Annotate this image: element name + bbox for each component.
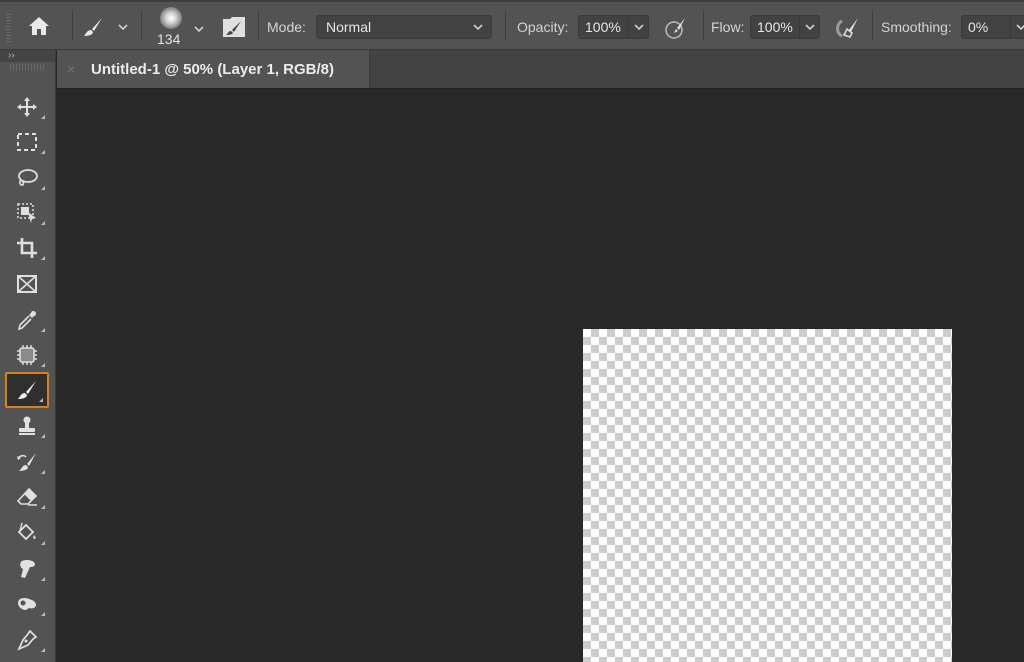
frame-icon: [17, 275, 37, 293]
mode-select[interactable]: Normal: [316, 15, 492, 39]
submenu-indicator: [41, 186, 45, 190]
separator: [703, 11, 704, 41]
paint-bucket-tool[interactable]: [5, 517, 49, 549]
submenu-indicator: [41, 541, 45, 545]
opacity-value[interactable]: 100%: [579, 19, 628, 35]
history-brush-icon: [17, 453, 36, 471]
stamp-icon: [19, 416, 35, 435]
marquee-icon: [17, 133, 37, 151]
separator: [72, 11, 73, 41]
move-icon: [17, 97, 37, 117]
smoothing-label: Smoothing:: [881, 19, 952, 35]
separator: [872, 11, 873, 41]
eyedropper-tool[interactable]: [5, 304, 49, 336]
smoothing-field[interactable]: 0%: [961, 15, 1024, 39]
history-brush-tool[interactable]: [5, 446, 49, 478]
submenu-indicator: [41, 577, 45, 581]
submenu-indicator: [41, 328, 45, 332]
flow-value[interactable]: 100%: [751, 19, 799, 35]
document-canvas-transparent[interactable]: [583, 329, 952, 662]
mode-label: Mode:: [267, 19, 306, 35]
brush-tip-preview-icon: [160, 7, 182, 29]
opacity-dropdown-button[interactable]: [628, 16, 648, 38]
opacity-field[interactable]: 100%: [578, 15, 649, 39]
brush-settings-panel-toggle[interactable]: [222, 16, 246, 38]
submenu-indicator: [41, 150, 45, 154]
separator: [258, 11, 259, 41]
lasso-icon: [18, 169, 38, 186]
document-tab-title: Untitled-1 @ 50% (Layer 1, RGB/8): [91, 60, 335, 78]
opacity-label: Opacity:: [517, 19, 569, 35]
pen-tool[interactable]: [5, 624, 49, 656]
crop-icon: [17, 238, 37, 258]
flow-label: Flow:: [711, 19, 745, 35]
lasso-tool[interactable]: [5, 162, 49, 194]
chevron-down-icon: [194, 26, 204, 33]
eyedropper-icon: [17, 311, 36, 331]
separator: [505, 11, 506, 41]
submenu-indicator: [41, 470, 45, 474]
move-tool[interactable]: [5, 91, 49, 123]
airbrush-button[interactable]: [834, 15, 862, 41]
submenu-indicator: [41, 505, 45, 509]
chevron-down-icon: [804, 24, 815, 31]
smudge-icon: [20, 560, 35, 578]
frame-tool[interactable]: [5, 268, 49, 300]
paint-bucket-icon: [17, 522, 36, 541]
document-tab[interactable]: × Untitled-1 @ 50% (Layer 1, RGB/8): [57, 50, 370, 88]
toolbox-collapse-button[interactable]: ››: [0, 50, 55, 62]
pen-icon: [17, 629, 38, 651]
smudge-tool[interactable]: [5, 553, 49, 585]
home-button[interactable]: [24, 13, 54, 39]
chevron-down-icon: [1015, 24, 1024, 31]
close-tab-button[interactable]: ×: [67, 61, 79, 77]
submenu-indicator: [41, 434, 45, 438]
submenu-indicator: [41, 256, 45, 260]
pressure-opacity-button[interactable]: [664, 16, 688, 40]
chevron-down-icon: [633, 24, 644, 31]
crop-tool[interactable]: [5, 232, 49, 264]
submenu-indicator: [41, 648, 45, 652]
smoothing-value[interactable]: 0%: [962, 19, 1010, 35]
mode-value: Normal: [326, 19, 372, 35]
document-tab-bar: × Untitled-1 @ 50% (Layer 1, RGB/8): [57, 50, 1024, 89]
object-selection-tool[interactable]: [5, 197, 49, 229]
home-icon: [29, 17, 49, 35]
brush-settings-panel-icon: [223, 17, 245, 37]
options-bar-grip[interactable]: [6, 14, 11, 42]
chevron-down-icon: [118, 24, 128, 31]
submenu-indicator: [41, 115, 45, 119]
dodge-icon: [18, 598, 36, 610]
brush-icon: [18, 381, 36, 399]
options-bar: 134 Mode: Normal Opacity: 100% Flow: 100…: [0, 0, 1024, 50]
chevron-down-icon: [473, 24, 483, 31]
submenu-indicator: [39, 398, 43, 402]
pressure-opacity-icon: [665, 18, 685, 39]
rectangular-marquee-tool[interactable]: [5, 126, 49, 158]
dodge-tool[interactable]: [5, 588, 49, 620]
toolbox-grip[interactable]: [10, 64, 45, 70]
healing-icon: [17, 345, 37, 365]
brush-preset-picker[interactable]: 134: [152, 5, 210, 49]
submenu-indicator: [41, 612, 45, 616]
eraser-icon: [16, 487, 38, 506]
airbrush-icon: [836, 18, 858, 38]
separator: [141, 11, 142, 41]
brush-tool[interactable]: [5, 372, 49, 408]
clone-stamp-tool[interactable]: [5, 410, 49, 442]
eraser-tool[interactable]: [5, 481, 49, 513]
submenu-indicator: [41, 363, 45, 367]
toolbox-panel: ››: [0, 50, 56, 662]
object-selection-icon: [17, 203, 36, 223]
flow-dropdown-button[interactable]: [799, 16, 819, 38]
brush-size-value: 134: [157, 31, 181, 47]
smoothing-dropdown-button[interactable]: [1010, 16, 1024, 38]
submenu-indicator: [41, 221, 45, 225]
flow-field[interactable]: 100%: [750, 15, 820, 39]
spot-healing-tool[interactable]: [5, 339, 49, 371]
tool-preset-picker[interactable]: [80, 13, 132, 41]
brush-icon: [84, 18, 102, 36]
